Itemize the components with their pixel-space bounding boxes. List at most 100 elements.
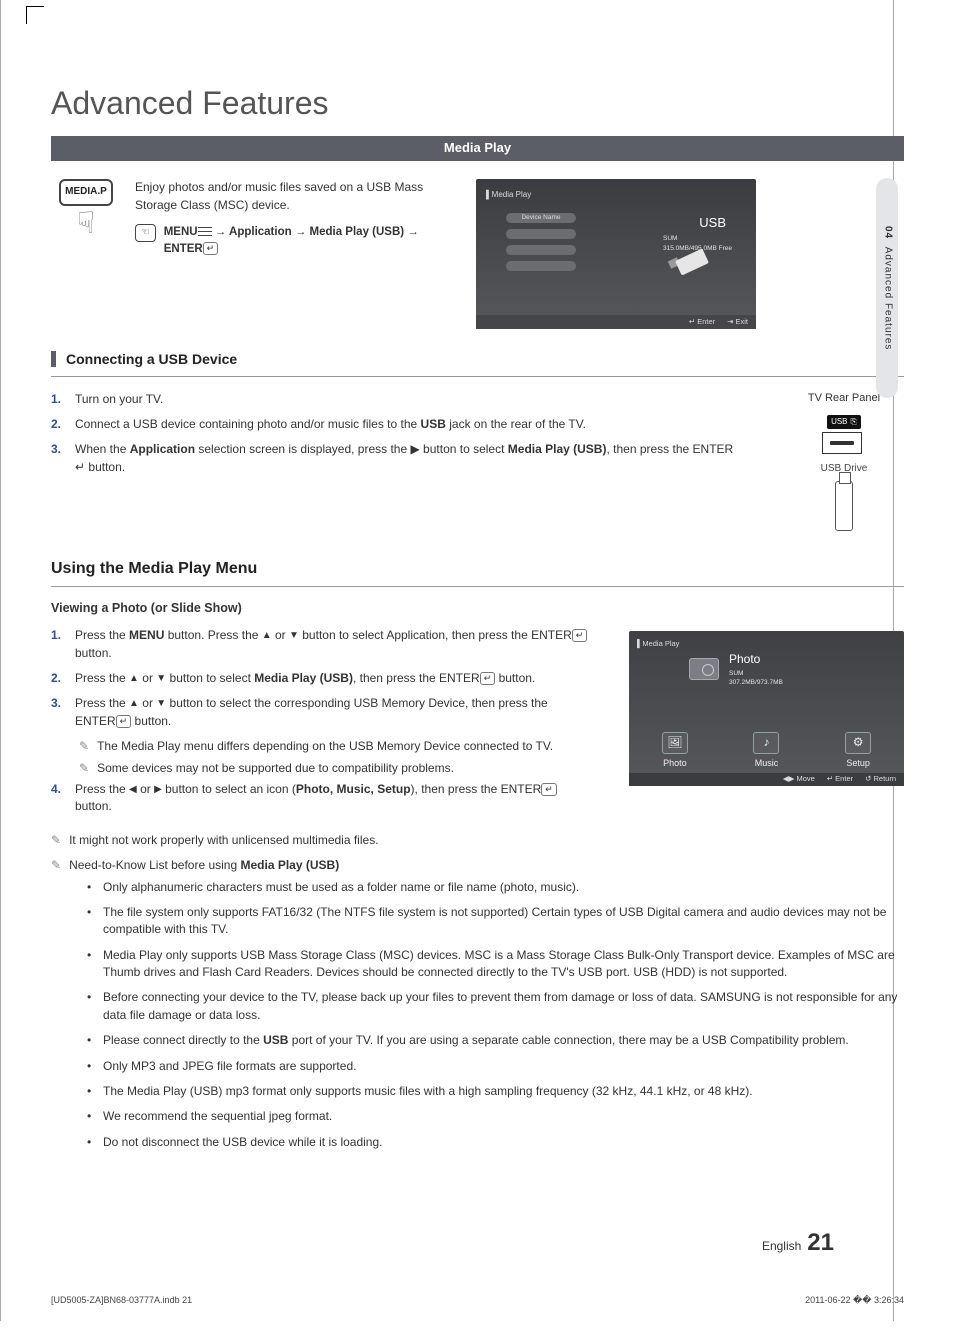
usb-port-tag: USB ⎘ [827,415,861,429]
mediap-remote-icon: MEDIA.P ☟ [51,179,121,274]
note-text: The Media Play menu differs depending on… [97,738,553,755]
bullet-item: •Only alphanumeric characters must be us… [87,879,904,896]
music-tab-icon: ♪ [753,732,779,754]
bullet-item: •Please connect directly to the USB port… [87,1032,904,1049]
using-steps-cont: 4. Press the ◀ or ▶ button to select an … [51,781,589,816]
screen-mp-label: ▌Media Play [637,639,896,650]
step-num: 2. [51,670,65,687]
bullet-item: •Before connecting your device to the TV… [87,989,904,1024]
section-bar-media-play: Media Play [51,136,904,161]
photo-labels: Photo SUM307.2MB/973.7MB [729,651,783,687]
enter-icon: ↵ [203,242,219,255]
media-play-screen-usb: ▌Media Play Device Name USB SUM 315.0MB/… [476,179,756,329]
ustep-1: 1. Press the MENU button. Press the ▲ or… [51,627,589,662]
hand-press-icon: ☟ [77,202,95,246]
bullet-item: •Only MP3 and JPEG file formats are supp… [87,1058,904,1075]
usb-title: USB [699,214,726,233]
using-steps: 1. Press the MENU button. Press the ▲ or… [51,627,589,730]
device-row [506,229,576,239]
connecting-layout: 1. Turn on your TV. 2. Connect a USB dev… [51,391,904,531]
step-text: Press the MENU button. Press the ▲ or ▼ … [75,627,589,662]
screen-footer: ↵ Enter ⇥ Exit [476,315,756,329]
page-footer: English 21 [762,1226,834,1261]
section-head-using-menu: Using the Media Play Menu [51,557,904,587]
step-text: Connect a USB device containing photo an… [75,416,744,433]
photo-sub: SUM307.2MB/973.7MB [729,669,783,688]
side-tab: 04 Advanced Features [876,178,898,398]
screen-exit-hint: ⇥ Exit [727,317,748,328]
camera-icon [689,658,719,680]
step-2: 2. Connect a USB device containing photo… [51,416,744,433]
crop-mark [26,6,44,24]
media-play-screen-photo: ▌Media Play Photo SUM307.2MB/973.7MB 🖼Ph… [629,631,904,786]
section-head-title: Connecting a USB Device [66,349,237,369]
hint-move: ◀▶ Move [783,774,815,785]
hand-menu-icon: ☜ [135,224,156,242]
intro-left: MEDIA.P ☟ Enjoy photos and/or music file… [51,179,456,274]
footer-page-number: 21 [807,1226,834,1261]
bullet-text: Only MP3 and JPEG file formats are suppo… [103,1058,356,1075]
section-head-bar [51,351,56,367]
bullet-item: •Do not disconnect the USB device while … [87,1134,904,1151]
bullet-item: •We recommend the sequential jpeg format… [87,1108,904,1125]
bullet-text: The Media Play (USB) mp3 format only sup… [103,1083,753,1100]
print-left: [UD5005-ZA]BN68-03777A.indb 21 [51,1294,192,1307]
print-meta: [UD5005-ZA]BN68-03777A.indb 21 2011-06-2… [51,1294,904,1307]
step-text: Press the ▲ or ▼ button to select the co… [75,695,589,730]
menu-word: MENU [164,226,198,238]
note-icon: ✎ [51,832,61,849]
ustep-2: 2. Press the ▲ or ▼ button to select Med… [51,670,589,687]
hint-enter: ↵ Enter [827,774,853,785]
step-num: 2. [51,416,65,433]
need-to-know-list: •Only alphanumeric characters must be us… [87,879,904,1152]
ustep-3: 3. Press the ▲ or ▼ button to select the… [51,695,589,730]
step-1: 1. Turn on your TV. [51,391,744,408]
note-step3-b: ✎ Some devices may not be supported due … [79,760,589,777]
menu-bars-icon [198,227,212,236]
step-text: Press the ◀ or ▶ button to select an ico… [75,781,589,816]
photo-tab-icon: 🖼 [662,732,688,754]
note-text: Some devices may not be supported due to… [97,760,454,777]
photo-screen-wrap: ▌Media Play Photo SUM307.2MB/973.7MB 🖼Ph… [629,627,904,824]
bullet-text: The file system only supports FAT16/32 (… [103,904,904,939]
photo-tabs: 🖼Photo ♪Music ⚙Setup [629,732,904,770]
note-text: It might not work properly with unlicens… [69,832,378,849]
step-num: 3. [51,695,65,730]
note-icon: ✎ [79,738,89,755]
step-num: 1. [51,627,65,662]
screen-footer: ◀▶ Move ↵ Enter ↺ Return [629,773,904,786]
side-tab-num: 04 [882,226,893,239]
intro-text: Enjoy photos and/or music files saved on… [135,179,456,274]
tv-rear-panel: TV Rear Panel USB ⎘ USB Drive [784,391,904,531]
page-title: Advanced Features [51,80,904,126]
root-note-2: ✎ Need-to-Know List before using Media P… [51,857,904,874]
hint-return: ↺ Return [865,774,896,785]
photo-title: Photo [729,651,783,668]
side-tab-label: Advanced Features [882,246,893,350]
pendrive-icon [835,481,853,531]
usb-port-figure: USB ⎘ [822,414,867,454]
tab-setup: ⚙Setup [845,732,871,770]
menu-path: ☜ MENU → Application → Media Play (USB) … [135,224,456,257]
step-num: 1. [51,391,65,408]
bullet-text: We recommend the sequential jpeg format. [103,1108,332,1125]
bullet-text: Before connecting your device to the TV,… [103,989,904,1024]
device-row [506,245,576,255]
note-step3-a: ✎ The Media Play menu differs depending … [79,738,589,755]
connecting-steps: 1. Turn on your TV. 2. Connect a USB dev… [51,391,744,477]
note-icon: ✎ [79,760,89,777]
section-head-connecting: Connecting a USB Device [51,349,904,376]
tab-photo: 🖼Photo [662,732,688,770]
device-row [506,261,576,271]
using-layout: 1. Press the MENU button. Press the ▲ or… [51,627,904,824]
step-text: When the Application selection screen is… [75,441,744,476]
bullet-text: Only alphanumeric characters must be use… [103,879,579,896]
footer-lang: English [762,1238,801,1255]
step-text: Turn on your TV. [75,391,744,408]
bullet-text: Please connect directly to the USB port … [103,1032,849,1049]
screen-enter-hint: ↵ Enter [689,317,715,328]
gear-icon: ⚙ [845,732,871,754]
ustep-4: 4. Press the ◀ or ▶ button to select an … [51,781,589,816]
root-note-1: ✎ It might not work properly with unlice… [51,832,904,849]
usb-stick-icon [671,249,711,274]
